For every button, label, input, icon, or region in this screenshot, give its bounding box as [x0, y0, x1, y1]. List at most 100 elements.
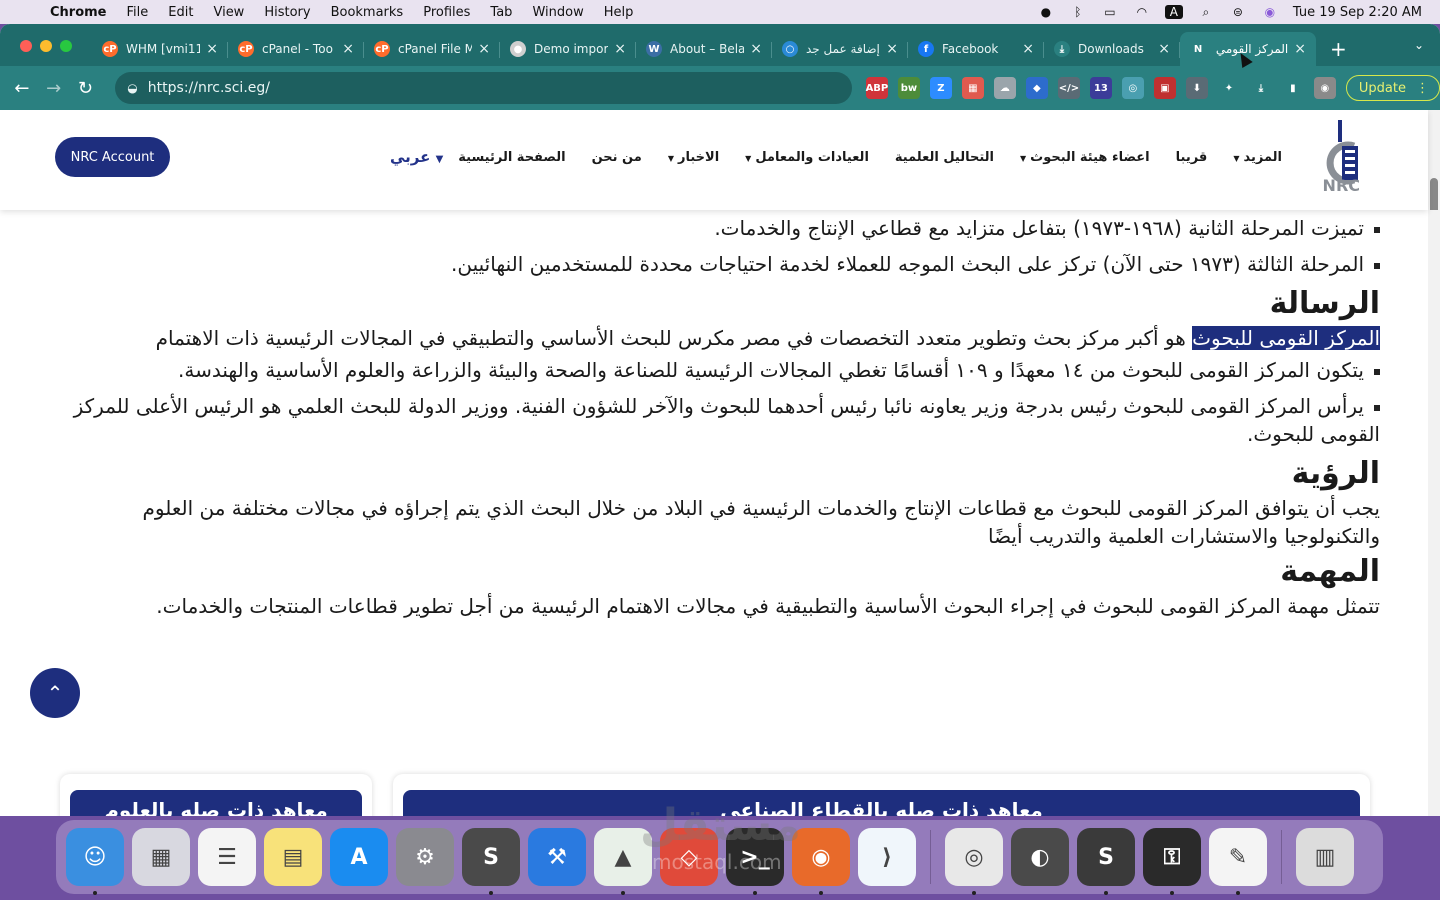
maximize-window-button[interactable]	[60, 40, 72, 52]
bw-icon[interactable]: bw	[897, 77, 920, 99]
menu-history[interactable]: History	[264, 5, 310, 20]
vscode-icon[interactable]: ⟩	[858, 828, 916, 886]
nav-item[interactable]: الصفحة الرئيسية	[458, 150, 565, 165]
nav-item[interactable]: الاخبار▼	[668, 150, 719, 165]
nav-item[interactable]: قريبا	[1176, 150, 1208, 165]
close-tab-icon[interactable]: ×	[750, 41, 762, 57]
sequel-pro-icon[interactable]: ◐	[1011, 828, 1069, 886]
trash-icon[interactable]: ▥	[1296, 828, 1354, 886]
globe-icon[interactable]: ◎	[1121, 77, 1144, 99]
forward-icon[interactable]: →	[38, 78, 70, 99]
close-tab-icon[interactable]: ×	[478, 41, 490, 57]
address-bar[interactable]: ◒ https://nrc.sci.eg/	[115, 72, 852, 104]
menu-edit[interactable]: Edit	[168, 5, 193, 20]
sublime-text-icon[interactable]: S	[462, 828, 520, 895]
xcode-icon[interactable]: ⚒	[528, 828, 586, 886]
new-tab-button[interactable]: +	[1330, 32, 1347, 66]
reminders-icon[interactable]: ☰	[198, 828, 256, 886]
code-icon[interactable]: </>	[1057, 77, 1080, 99]
textedit-icon[interactable]: ✎	[1209, 828, 1267, 895]
menu-profiles[interactable]: Profiles	[423, 5, 470, 20]
close-tab-icon[interactable]: ×	[1158, 41, 1170, 57]
close-tab-icon[interactable]: ×	[1294, 41, 1306, 57]
menu-app-name[interactable]: Chrome	[50, 5, 107, 20]
tab[interactable]: cP cPanel File M ×	[364, 32, 500, 66]
menu-view[interactable]: View	[213, 5, 244, 20]
nav-item[interactable]: المزيد▼	[1233, 150, 1282, 165]
menu-window[interactable]: Window	[532, 5, 583, 20]
nav-item[interactable]: اعضاء هيئة البحوث▼	[1020, 150, 1150, 165]
close-tab-icon[interactable]: ×	[1022, 41, 1034, 57]
menubar-clock[interactable]: Tue 19 Sep 2:20 AM	[1293, 5, 1422, 20]
tab[interactable]: ● Demo import ×	[500, 32, 636, 66]
launchpad-icon[interactable]: ▦	[132, 828, 190, 886]
close-tab-icon[interactable]: ×	[886, 41, 898, 57]
bluetooth-icon[interactable]: ᛒ	[1069, 5, 1087, 19]
industrial-institutes-card[interactable]: معاهد ذات صله بالقطاع الصناعي	[393, 774, 1370, 816]
tab[interactable]: ⤓ Downloads ×	[1044, 32, 1180, 66]
close-tab-icon[interactable]: ×	[342, 41, 354, 57]
spotlight-icon[interactable]: ⌕	[1197, 5, 1215, 19]
app-store-icon[interactable]: A	[330, 828, 388, 886]
siri-icon[interactable]: ◉	[1261, 5, 1279, 19]
wifi-icon[interactable]: ◠	[1133, 5, 1151, 19]
back-to-top-button[interactable]: ⌃	[30, 668, 80, 718]
menu-help[interactable]: Help	[604, 5, 634, 20]
page-scrollbar-track[interactable]	[1428, 110, 1440, 216]
tab-search-icon[interactable]: ⌄	[1414, 38, 1424, 52]
bullet-icon	[1374, 226, 1380, 233]
tag-icon[interactable]: ◆	[1025, 77, 1048, 99]
tab[interactable]: cP cPanel - Too ×	[228, 32, 364, 66]
minimize-window-button[interactable]	[40, 40, 52, 52]
tab[interactable]: W About – Bela ×	[636, 32, 772, 66]
system-preferences-icon[interactable]: ⚙	[396, 828, 454, 886]
science-institutes-card[interactable]: معاهد ذات صله بالعلوم	[60, 774, 372, 816]
more-menu-icon[interactable]: ⋮	[1416, 81, 1429, 96]
language-switcher[interactable]: عربي ▼	[390, 148, 449, 166]
zoom-icon[interactable]: Z	[929, 77, 952, 99]
finder-icon[interactable]: ☺	[66, 828, 124, 895]
back-icon[interactable]: ←	[6, 78, 38, 99]
tab[interactable]: f Facebook ×	[908, 32, 1044, 66]
profile-avatar-icon[interactable]: ◉	[1313, 77, 1336, 99]
close-window-button[interactable]	[20, 40, 32, 52]
nrc-account-button[interactable]: NRC Account	[55, 137, 170, 177]
url-text[interactable]: https://nrc.sci.eg/	[148, 80, 270, 96]
close-tab-icon[interactable]: ×	[614, 41, 626, 57]
shield-icon[interactable]: ⬇	[1185, 77, 1208, 99]
notes-icon[interactable]: ▤	[264, 828, 322, 886]
reload-icon[interactable]: ↻	[70, 78, 102, 99]
menu-bookmarks[interactable]: Bookmarks	[331, 5, 404, 20]
extensions-icon[interactable]: ✦	[1217, 77, 1240, 99]
card-title[interactable]: معاهد ذات صله بالعلوم	[70, 790, 362, 816]
tab-title: WHM [vmi11	[126, 42, 201, 56]
sublime-merge-icon[interactable]: S	[1077, 828, 1135, 895]
menu-file[interactable]: File	[127, 5, 149, 20]
sidepanel-icon[interactable]: ▮	[1281, 77, 1304, 99]
nav-item[interactable]: العيادات والمعامل▼	[745, 150, 869, 165]
tab[interactable]: ○ إضافة عمل جد ×	[772, 32, 908, 66]
site-info-icon[interactable]: ◒	[127, 81, 137, 95]
battery-icon[interactable]: ▭	[1101, 5, 1119, 19]
update-button[interactable]: Update ⋮	[1345, 75, 1440, 101]
keyboard-input-icon[interactable]: A	[1164, 5, 1183, 19]
nav-item[interactable]: التحاليل العلمية	[895, 150, 994, 165]
camera-icon[interactable]: ●	[1037, 5, 1055, 19]
calendar-icon[interactable]: ▦	[961, 77, 984, 99]
control-center-icon[interactable]: ⊜	[1229, 5, 1247, 19]
selected-text[interactable]: المركز القومى للبحوث	[1192, 326, 1380, 350]
close-tab-icon[interactable]: ×	[206, 41, 218, 57]
nav-item-label: المزيد	[1243, 150, 1282, 165]
menu-tab[interactable]: Tab	[490, 5, 512, 20]
flag-icon[interactable]: ▣	[1153, 77, 1176, 99]
downloads-icon[interactable]: ⤓	[1249, 77, 1272, 99]
puzzle-badge-icon[interactable]: 13	[1089, 77, 1112, 99]
adblock-icon[interactable]: ABP	[866, 77, 888, 99]
cloud-icon[interactable]: ☁	[993, 77, 1016, 99]
nav-item[interactable]: من نحن	[592, 150, 642, 165]
card-title[interactable]: معاهد ذات صله بالقطاع الصناعي	[403, 790, 1360, 816]
tab[interactable]: cP WHM [vmi11 ×	[92, 32, 228, 66]
keychain-icon[interactable]: ⚿	[1143, 828, 1201, 895]
chrome-icon[interactable]: ◎	[945, 828, 1003, 895]
page-scrollbar-lower[interactable]	[1428, 210, 1440, 816]
